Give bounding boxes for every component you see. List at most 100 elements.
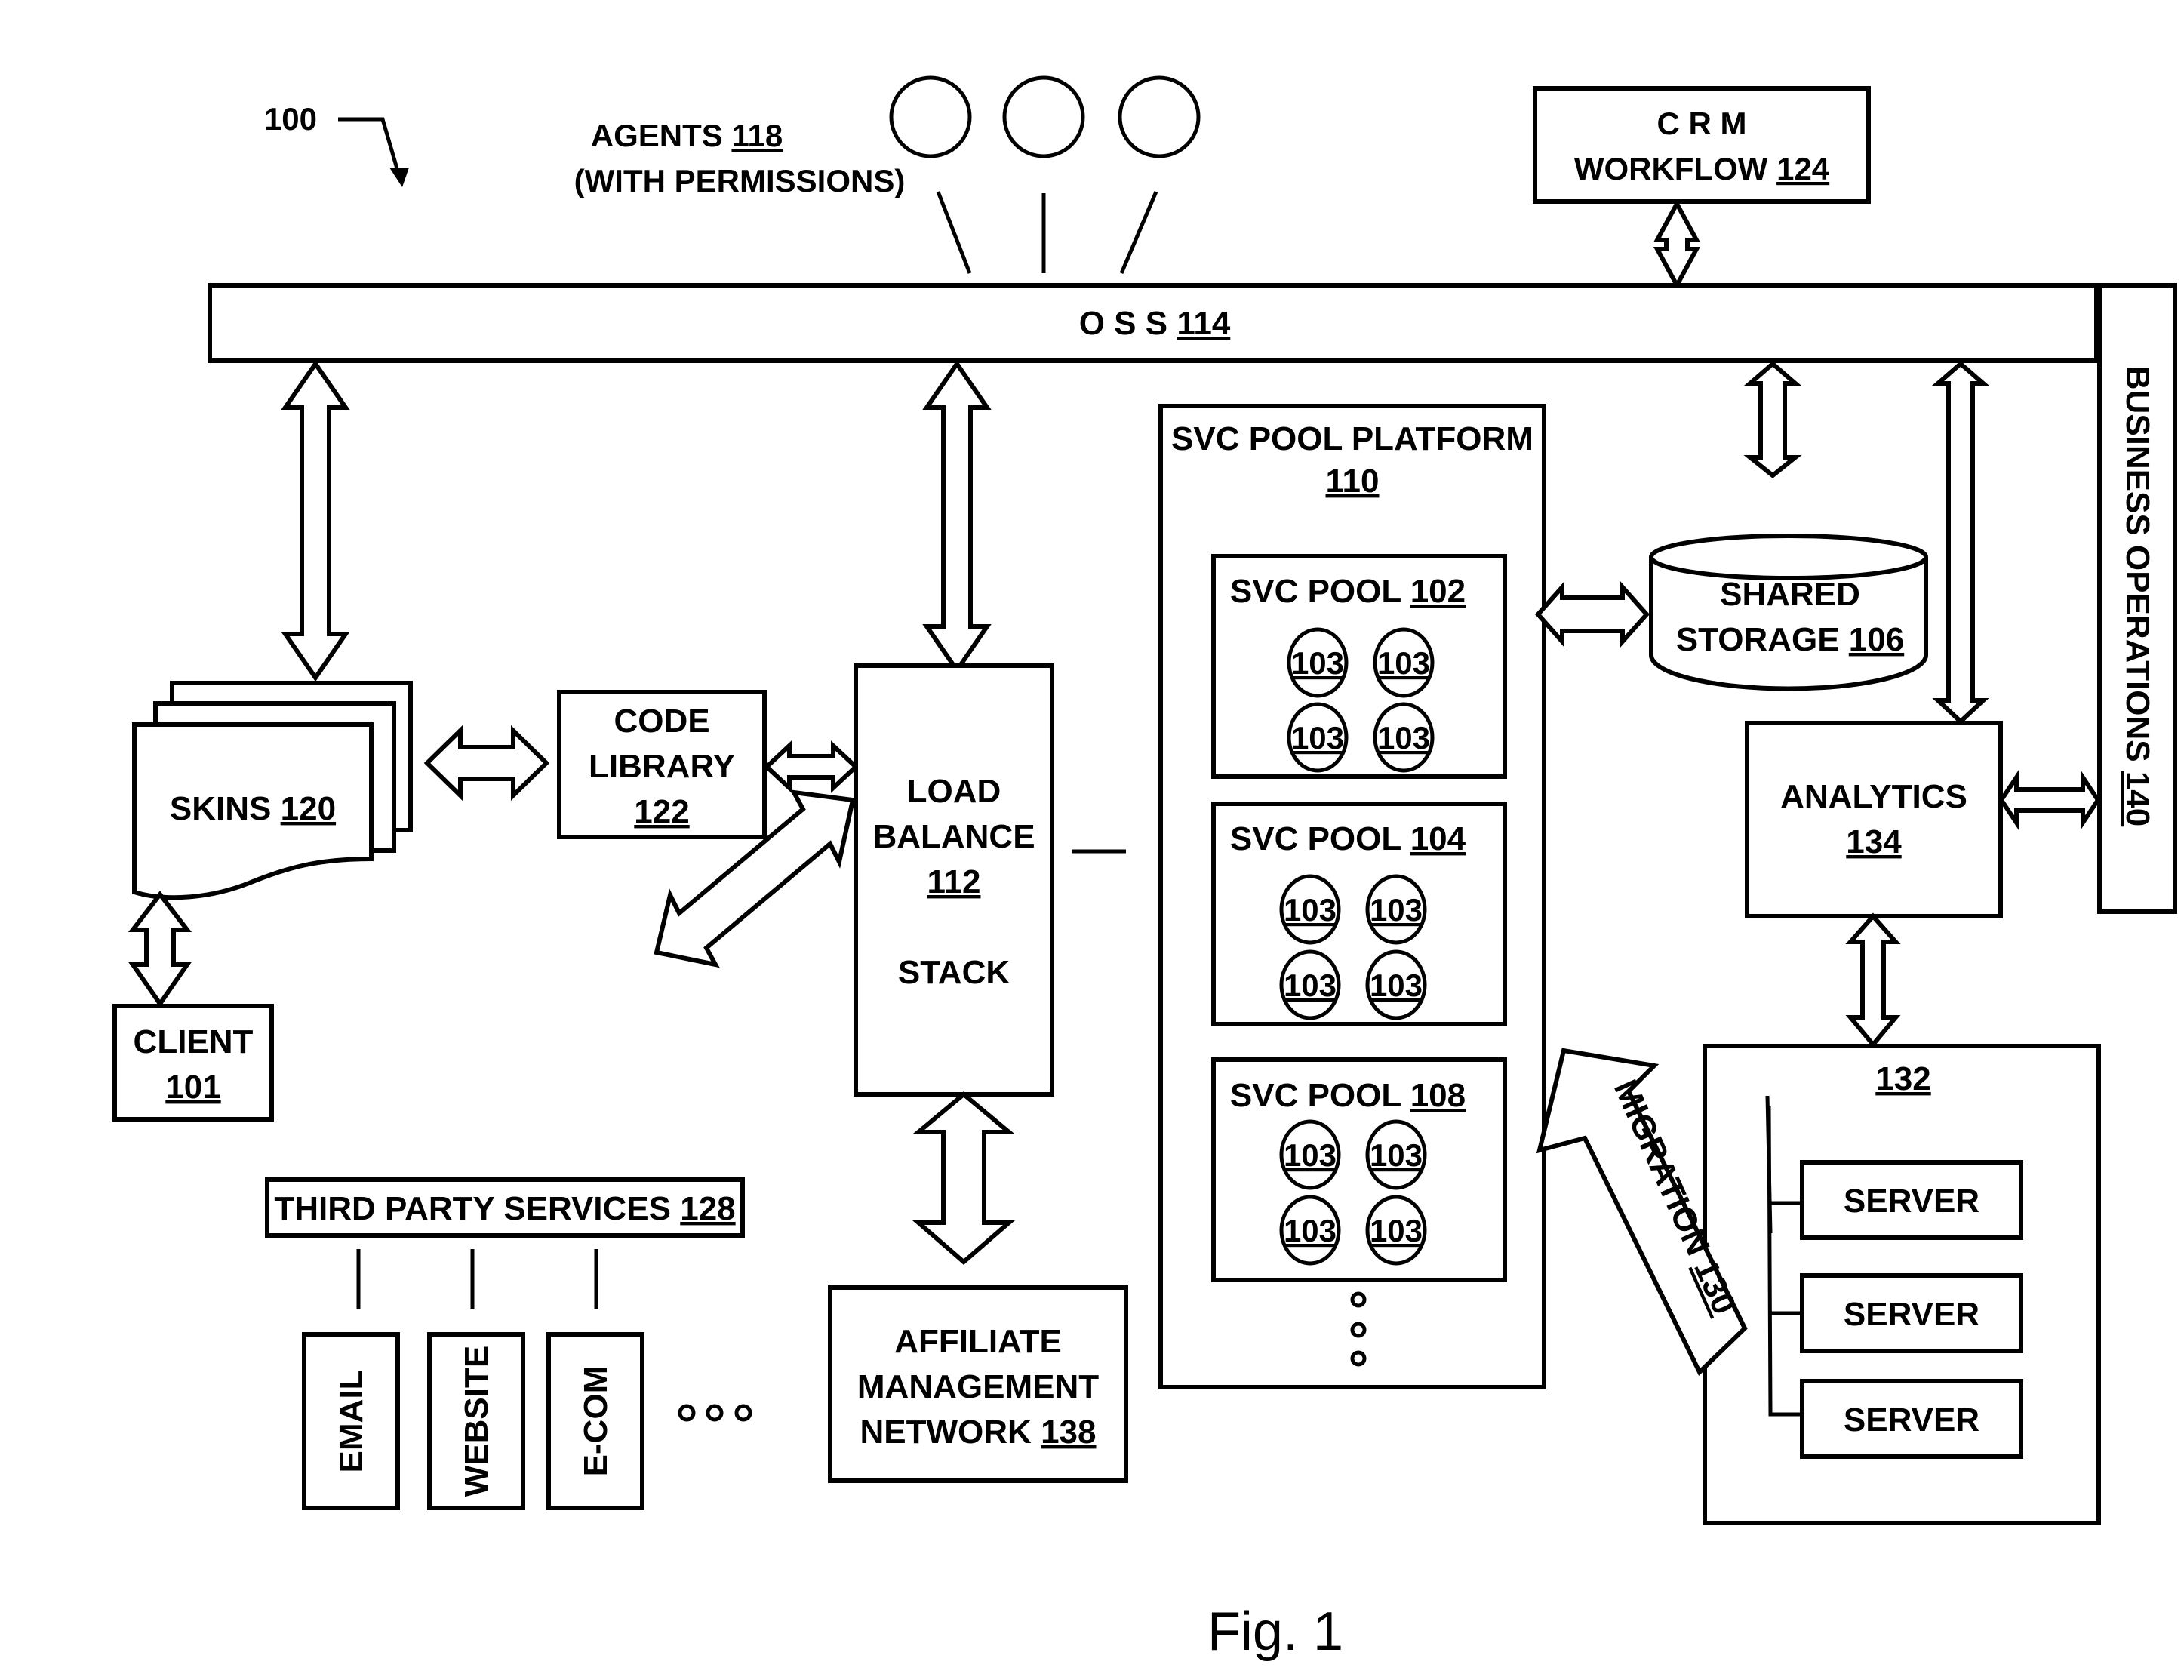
pool-ref: 108 bbox=[1410, 1077, 1466, 1114]
figure-ref-arrowhead-icon bbox=[389, 168, 409, 187]
svg-text:103: 103 bbox=[1370, 892, 1423, 928]
skins-client-arrow-icon bbox=[128, 891, 192, 1008]
figure-ref: 100 bbox=[264, 101, 409, 187]
business-ops-ref: 140 bbox=[2119, 771, 2156, 826]
crm-line2: WORKFLOW bbox=[1574, 151, 1768, 186]
server-group-box: 132 SERVER SERVER SERVER bbox=[1703, 1044, 2101, 1525]
agent-icon bbox=[1118, 75, 1201, 158]
client-label: CLIENT bbox=[134, 1023, 254, 1060]
svg-text:SKINS 120: SKINS 120 bbox=[170, 790, 336, 827]
crm-ref: 124 bbox=[1776, 151, 1830, 186]
analytics-ref: 134 bbox=[1846, 823, 1902, 860]
svg-text:SVC POOL 102: SVC POOL 102 bbox=[1230, 573, 1466, 610]
svg-text:NETWORK 138: NETWORK 138 bbox=[860, 1414, 1097, 1451]
agents-sub: (WITH PERMISSIONS) bbox=[574, 163, 906, 198]
affiliate-network-box: AFFILIATE MANAGEMENT NETWORK 138 bbox=[828, 1285, 1128, 1483]
oss-skins-arrow-icon bbox=[281, 359, 350, 682]
skins-stack: SKINS 120 bbox=[132, 681, 413, 900]
code-library-line1: CODE bbox=[614, 703, 709, 740]
service-website-box: WEBSITE bbox=[427, 1332, 525, 1510]
code-library-ref: 122 bbox=[634, 793, 689, 830]
lb-ref: 112 bbox=[927, 863, 981, 900]
skins-ref: 120 bbox=[281, 790, 336, 827]
agent-link bbox=[936, 191, 972, 274]
oss-ref: 114 bbox=[1177, 305, 1231, 342]
service-email-label: EMAIL bbox=[333, 1370, 370, 1473]
svg-text:103: 103 bbox=[1284, 1213, 1337, 1248]
service-ecom-box: E-COM bbox=[546, 1332, 644, 1510]
svg-text:THIRD PARTY SERVICES 128: THIRD PARTY SERVICES 128 bbox=[274, 1190, 735, 1227]
affiliate-line3: NETWORK bbox=[860, 1414, 1032, 1451]
oss-label: O S S bbox=[1079, 305, 1167, 342]
service-email-box: EMAIL bbox=[302, 1332, 400, 1510]
svg-text:103: 103 bbox=[1284, 1137, 1337, 1173]
svg-text:O S S 114: O S S 114 bbox=[1079, 305, 1231, 342]
pool-ref: 102 bbox=[1410, 573, 1466, 610]
server-box: SERVER bbox=[1800, 1379, 2023, 1459]
oss-storage-arrow-icon bbox=[1743, 361, 1802, 478]
code-library-line2: LIBRARY bbox=[589, 748, 735, 785]
affiliate-ref: 138 bbox=[1041, 1414, 1096, 1451]
third-party-ref: 128 bbox=[680, 1190, 735, 1227]
figure-ref-label: 100 bbox=[264, 101, 317, 137]
analytics-label: ANALYTICS bbox=[1780, 778, 1967, 815]
load-balance-stack-box: LOAD BALANCE 112 STACK bbox=[854, 663, 1054, 1097]
platform-ref: 110 bbox=[1326, 463, 1380, 500]
service-ecom-label: E-COM bbox=[577, 1366, 614, 1477]
client-ref: 101 bbox=[165, 1069, 220, 1106]
svg-text:SVC POOL 108: SVC POOL 108 bbox=[1230, 1077, 1466, 1114]
crm-workflow-box: C R M WORKFLOW 124 bbox=[1533, 86, 1871, 204]
svg-text:103: 103 bbox=[1377, 645, 1430, 681]
svg-text:103: 103 bbox=[1377, 720, 1430, 755]
svg-text:103: 103 bbox=[1291, 720, 1344, 755]
pool-ref: 104 bbox=[1410, 820, 1466, 857]
service-website-label: WEBSITE bbox=[458, 1346, 495, 1497]
storage-ref: 106 bbox=[1849, 621, 1904, 658]
crm-oss-arrow-icon bbox=[1653, 198, 1701, 291]
svg-text:AGENTS 118: AGENTS 118 bbox=[591, 118, 783, 153]
svg-text:BUSINESS OPERATIONS 140: BUSINESS OPERATIONS 140 bbox=[2119, 366, 2156, 826]
platform-label: SVC POOL PLATFORM bbox=[1171, 420, 1533, 457]
third-party-label: THIRD PARTY SERVICES bbox=[274, 1190, 671, 1227]
business-ops-label: BUSINESS OPERATIONS bbox=[2119, 366, 2156, 762]
third-party-services-box: THIRD PARTY SERVICES 128 bbox=[265, 1177, 745, 1238]
svg-text:103: 103 bbox=[1291, 645, 1344, 681]
pool-label: SVC POOL bbox=[1230, 820, 1401, 857]
svc-pool-104: SVC POOL 104 103 103 103 103 bbox=[1211, 802, 1507, 1026]
crm-line1: C R M bbox=[1657, 106, 1747, 141]
svg-text:SVC POOL 104: SVC POOL 104 bbox=[1230, 820, 1466, 857]
code-lb-arrow-icon bbox=[763, 740, 860, 793]
shared-storage-cylinder: SHARED STORAGE 106 bbox=[1649, 534, 1928, 691]
pool-label: SVC POOL bbox=[1230, 1077, 1401, 1114]
lb-line2: BALANCE bbox=[872, 818, 1035, 855]
server-box: SERVER bbox=[1800, 1273, 2023, 1353]
system-diagram: 100 AGENTS 118 (WITH PERMISSIONS) C R M … bbox=[112, 75, 2177, 1662]
svg-text:103: 103 bbox=[1370, 1213, 1423, 1248]
lb-line1: LOAD bbox=[907, 773, 1001, 810]
code-library-box: CODE LIBRARY 122 bbox=[557, 690, 767, 839]
lb-line3: STACK bbox=[898, 954, 1010, 991]
svg-text:103: 103 bbox=[1284, 892, 1337, 928]
oss-lb-arrow-icon bbox=[922, 359, 992, 675]
svg-text:103: 103 bbox=[1284, 968, 1337, 1003]
analytics-box: ANALYTICS 134 bbox=[1745, 721, 2003, 918]
skins-code-arrow-icon bbox=[423, 725, 550, 802]
affiliate-line2: MANAGEMENT bbox=[857, 1368, 1099, 1405]
server-label: SERVER bbox=[1844, 1402, 1979, 1438]
server-box: SERVER bbox=[1800, 1160, 2023, 1240]
figure-caption: Fig. 1 bbox=[1207, 1602, 1343, 1662]
server-group-ref: 132 bbox=[1875, 1060, 1930, 1097]
server-label: SERVER bbox=[1844, 1183, 1979, 1220]
svg-text:103: 103 bbox=[1370, 968, 1423, 1003]
agent-icon bbox=[1002, 75, 1085, 158]
oss-analytics-arrow-icon bbox=[1931, 361, 1990, 725]
svg-text:103: 103 bbox=[1370, 1137, 1423, 1173]
oss-bus: O S S 114 bbox=[208, 283, 2099, 363]
svg-text:WORKFLOW 124: WORKFLOW 124 bbox=[1574, 151, 1830, 186]
platform-storage-arrow-icon bbox=[1534, 581, 1650, 648]
client-box: CLIENT 101 bbox=[112, 1004, 274, 1122]
lb-affiliate-arrow-icon bbox=[912, 1091, 1016, 1265]
agents-ref: 118 bbox=[731, 118, 783, 153]
agents-label: AGENTS bbox=[591, 118, 723, 153]
business-operations-bar: BUSINESS OPERATIONS 140 bbox=[2097, 283, 2177, 914]
